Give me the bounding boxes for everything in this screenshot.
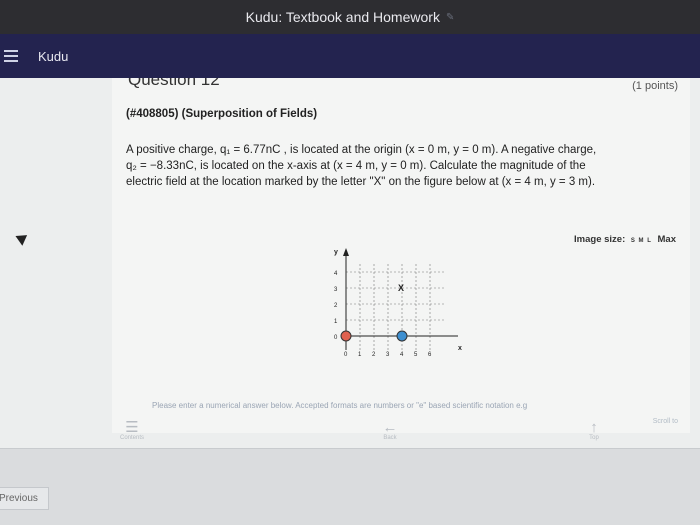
x-tick-4: 4 [400,352,404,358]
image-size-max[interactable]: Max [658,234,676,245]
figure-grid [346,264,444,350]
question-card: Question 12 (1 points) (#408805) (Superp… [112,78,690,433]
app-name: Kudu [38,48,69,64]
problem-line-1: A positive charge, q₁ = 6.77nC , is loca… [126,144,597,156]
nav-contents-label: Contents [119,435,144,441]
x-tick-0: 0 [344,352,348,358]
y-axis-label: y [334,249,338,256]
x-tick-3: 3 [386,352,390,358]
charge-q1 [340,330,352,342]
nav-top[interactable]: ↑ Top [574,420,614,441]
image-size-options[interactable]: S M L [631,238,652,244]
x-tick-2: 2 [372,352,376,358]
problem-id: (#408805) (Superposition of Fields) [126,108,318,120]
y-tick-4: 4 [334,271,338,277]
answer-hint: Please enter a numerical answer below. A… [152,401,528,410]
x-tick-6: 6 [428,352,432,358]
y-tick-3: 3 [334,287,338,293]
x-marker: X [398,283,404,293]
edit-icon: ✎ [445,11,455,23]
x-tick-1: 1 [358,352,362,358]
charge-figure: y x 4 3 2 1 0 0 1 2 3 4 5 6 X [334,248,462,358]
window-title: Kudu: Textbook and Homework [245,9,440,25]
y-tick-1: 1 [334,319,338,325]
y-tick-2: 2 [334,303,338,309]
nav-back-label: Back [383,435,397,441]
hamburger-menu-icon[interactable] [4,50,18,62]
points-label: (1 points) [632,80,678,92]
up-arrow-icon: ↑ [590,419,598,436]
bottom-nav: ☰ Contents ← Back ↑ Top [112,420,690,450]
problem-statement: A positive charge, q₁ = 6.77nC , is loca… [126,142,674,190]
y-axis-arrow [343,248,349,256]
nav-contents[interactable]: ☰ Contents [112,420,152,441]
back-arrow-icon: ← [382,419,398,436]
x-tick-5: 5 [414,352,418,358]
y-tick-0: 0 [334,335,338,341]
nav-top-label: Top [589,435,599,441]
problem-line-3: electric field at the location marked by… [126,176,596,188]
image-size-control: Image size: S M L Max [574,234,676,245]
problem-line-2: q₂ = −8.33nC, is located on the x-axis a… [126,160,586,172]
nav-back[interactable]: ← Back [370,420,410,441]
main-content: Question 12 (1 points) (#408805) (Superp… [0,78,700,448]
previous-button[interactable]: Previous [0,487,49,510]
list-icon: ☰ [125,419,139,436]
footer-bar: Previous [0,448,700,525]
charge-q2 [396,330,408,342]
image-size-label: Image size: [574,234,626,245]
window-titlebar: Kudu: Textbook and Homework ✎ [0,0,700,34]
x-axis-label: x [458,345,462,352]
app-header: Kudu [0,34,700,78]
